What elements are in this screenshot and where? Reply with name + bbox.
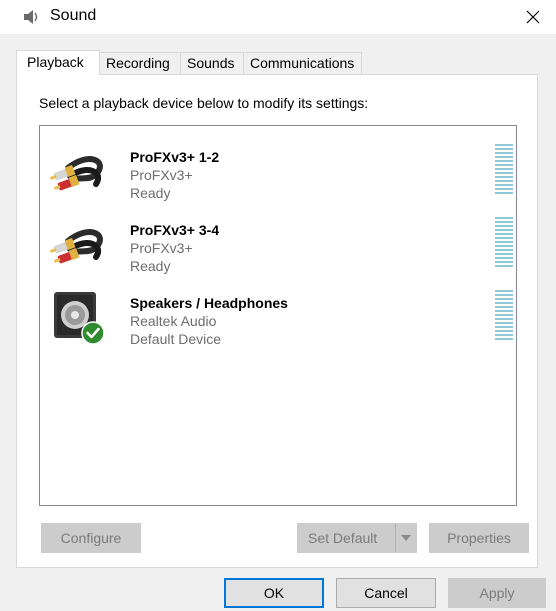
rca-cable-icon (49, 156, 103, 191)
device-name: Speakers / Headphones (130, 295, 288, 311)
window-title: Sound (50, 7, 97, 24)
chevron-down-icon (401, 535, 411, 541)
device-driver: ProFXv3+ (130, 167, 193, 183)
device-status: Ready (130, 185, 171, 201)
properties-button[interactable]: Properties (429, 523, 529, 553)
ok-button[interactable]: OK (224, 578, 324, 608)
instruction-text: Select a playback device below to modify… (39, 95, 369, 111)
set-default-dropdown[interactable] (395, 524, 416, 552)
device-driver: ProFXv3+ (130, 240, 193, 256)
tab-sounds[interactable]: Sounds (180, 52, 244, 74)
set-default-button[interactable]: Set Default (297, 523, 417, 553)
tab-recording[interactable]: Recording (99, 52, 181, 74)
level-meter (495, 144, 513, 196)
close-button[interactable] (510, 0, 556, 34)
level-meter (495, 217, 513, 269)
set-default-label: Set Default (308, 530, 378, 546)
device-name: ProFXv3+ 3-4 (130, 222, 220, 238)
speaker-icon (24, 10, 38, 24)
rca-cable-icon (49, 229, 103, 264)
device-item-profx-1-2[interactable]: ProFXv3+ 1-2 ProFXv3+ Ready (40, 136, 516, 206)
tab-communications[interactable]: Communications (243, 52, 362, 74)
tab-playback[interactable]: Playback (16, 50, 100, 75)
title-bar: Sound (0, 0, 556, 34)
apply-button[interactable]: Apply (448, 578, 546, 608)
close-icon (526, 10, 540, 24)
device-name: ProFXv3+ 1-2 (130, 149, 220, 165)
device-list[interactable]: ProFXv3+ 1-2 ProFXv3+ Ready ProFXv3+ 3-4… (39, 125, 517, 506)
device-item-speakers-headphones[interactable]: Speakers / Headphones Realtek Audio Defa… (40, 282, 516, 352)
level-meter (495, 290, 513, 342)
device-driver: Realtek Audio (130, 313, 217, 329)
speaker-default-icon (54, 292, 105, 344)
device-status: Default Device (130, 331, 222, 347)
device-item-profx-3-4[interactable]: ProFXv3+ 3-4 ProFXv3+ Ready (40, 209, 516, 279)
device-status: Ready (130, 258, 171, 274)
configure-button[interactable]: Configure (41, 523, 141, 553)
playback-panel: Select a playback device below to modify… (16, 74, 538, 568)
cancel-button[interactable]: Cancel (336, 578, 436, 608)
